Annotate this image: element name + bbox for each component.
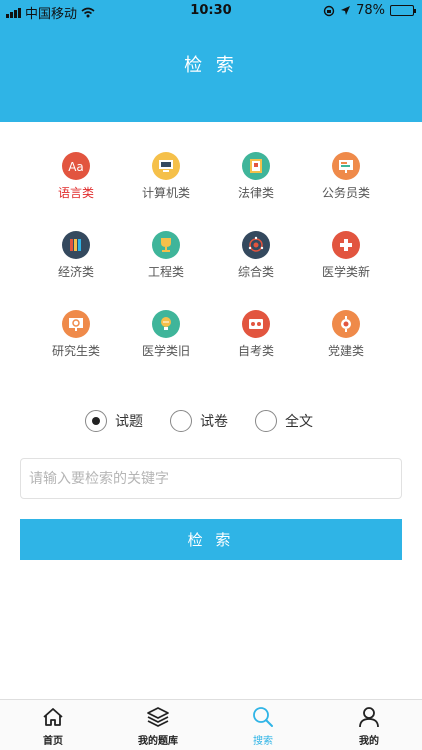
civil-servant-board-icon bbox=[332, 152, 360, 180]
economics-books-icon bbox=[62, 231, 90, 259]
party-building-icon bbox=[332, 310, 360, 338]
tab-label: 首页 bbox=[43, 736, 63, 747]
tab-bar: 首页 我的题库 搜索 我的 bbox=[0, 699, 422, 750]
category-label: 计算机类 bbox=[141, 186, 190, 200]
radio-label: 全文 bbox=[285, 414, 313, 430]
law-book-icon bbox=[242, 152, 270, 180]
category-item[interactable]: 法律类 bbox=[211, 152, 301, 201]
tab-item[interactable]: 搜索 bbox=[223, 704, 303, 747]
category-label: 法律类 bbox=[237, 186, 274, 200]
scope-radio-option[interactable]: 全文 bbox=[255, 410, 313, 432]
location-arrow-icon bbox=[341, 6, 351, 15]
search-button[interactable]: 检 索 bbox=[20, 519, 402, 560]
category-label: 研究生类 bbox=[51, 344, 100, 358]
layers-icon bbox=[147, 707, 169, 727]
comprehensive-globe-icon bbox=[242, 231, 270, 259]
category-item[interactable]: 医学类旧 bbox=[121, 310, 211, 359]
category-item[interactable]: 研究生类 bbox=[31, 310, 121, 359]
tab-label: 我的题库 bbox=[138, 736, 178, 747]
scope-radio-option[interactable]: 试卷 bbox=[170, 410, 228, 432]
medical-cross-icon bbox=[332, 231, 360, 259]
self-study-icon bbox=[242, 310, 270, 338]
tab-label: 搜索 bbox=[253, 736, 273, 747]
status-bar: 中国移动 10:30 78% bbox=[0, 0, 422, 22]
category-label: 医学类新 bbox=[321, 265, 370, 279]
tab-item[interactable]: 首页 bbox=[13, 704, 93, 747]
category-label: 经济类 bbox=[57, 265, 94, 279]
scope-radio-option[interactable]: 试题 bbox=[85, 410, 143, 432]
tab-item[interactable]: 我的 bbox=[329, 704, 409, 747]
search-input[interactable] bbox=[20, 458, 402, 499]
radio-label: 试卷 bbox=[200, 414, 228, 430]
engineering-trophy-icon bbox=[152, 231, 180, 259]
tab-item[interactable]: 我的题库 bbox=[118, 704, 198, 747]
radio-label: 试题 bbox=[115, 414, 143, 430]
page-title: 检 索 bbox=[184, 55, 238, 76]
radio-circle[interactable] bbox=[85, 410, 107, 432]
home-icon bbox=[43, 708, 63, 726]
rotation-lock-icon bbox=[323, 5, 335, 16]
category-item[interactable]: Aa 语言类 bbox=[31, 152, 121, 201]
category-label: 语言类 bbox=[57, 186, 94, 200]
graduate-research-icon bbox=[62, 310, 90, 338]
category-label: 党建类 bbox=[327, 344, 364, 358]
radio-circle[interactable] bbox=[170, 410, 192, 432]
category-item[interactable]: 经济类 bbox=[31, 231, 121, 280]
battery-percent: 78% bbox=[356, 3, 385, 18]
tab-label: 我的 bbox=[359, 736, 379, 747]
category-item[interactable]: 党建类 bbox=[301, 310, 391, 359]
category-item[interactable]: 医学类新 bbox=[301, 231, 391, 280]
category-label: 工程类 bbox=[147, 265, 184, 279]
category-item[interactable]: 工程类 bbox=[121, 231, 211, 280]
page-header: 检 索 bbox=[0, 22, 422, 122]
category-label: 医学类旧 bbox=[141, 344, 190, 358]
svg-text:Aa: Aa bbox=[68, 160, 84, 174]
radio-circle[interactable] bbox=[255, 410, 277, 432]
search-icon bbox=[253, 707, 273, 727]
category-item[interactable]: 公务员类 bbox=[301, 152, 391, 201]
category-label: 自考类 bbox=[237, 344, 274, 358]
category-label: 综合类 bbox=[237, 265, 274, 279]
computer-icon bbox=[152, 152, 180, 180]
search-scope-group: 试题 试卷 全文 bbox=[0, 410, 422, 436]
category-label: 公务员类 bbox=[321, 186, 370, 200]
medical-bulb-icon bbox=[152, 310, 180, 338]
user-icon bbox=[359, 707, 379, 728]
category-item[interactable]: 计算机类 bbox=[121, 152, 211, 201]
category-item[interactable]: 综合类 bbox=[211, 231, 301, 280]
language-icon: Aa bbox=[62, 152, 90, 180]
category-item[interactable]: 自考类 bbox=[211, 310, 301, 359]
battery-icon bbox=[390, 5, 416, 16]
status-right: 78% bbox=[323, 3, 416, 18]
